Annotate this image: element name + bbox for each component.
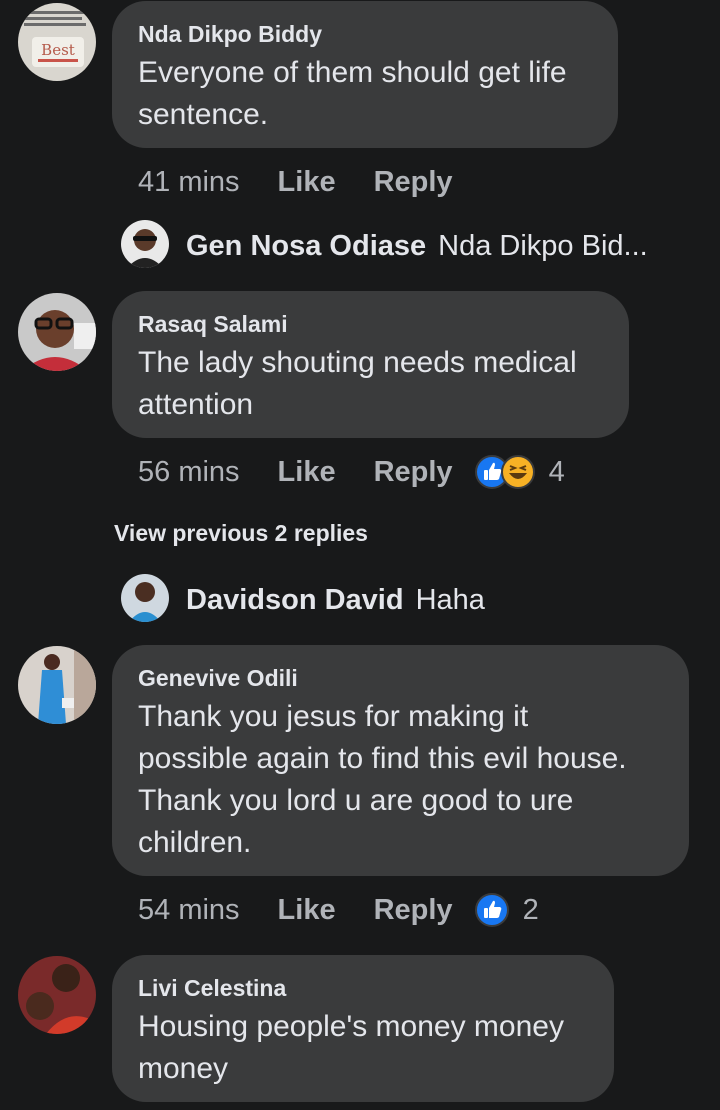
comment-author[interactable]: Nda Dikpo Biddy bbox=[138, 20, 592, 48]
comment-text-line: Everyone of them should get life bbox=[138, 56, 567, 89]
reply-button[interactable]: Reply bbox=[374, 894, 453, 927]
reply-author[interactable]: Davidson David bbox=[186, 584, 404, 617]
avatar-nda-dikpo-biddy[interactable]: Best bbox=[18, 3, 96, 81]
comment-actions: 41 mins Like Reply bbox=[138, 162, 491, 202]
reply-preview-text: Nda Dikpo Bid... bbox=[438, 229, 648, 262]
comment-author[interactable]: Genevive Odili bbox=[138, 664, 663, 692]
avatar-gen-nosa-odiase[interactable] bbox=[121, 220, 169, 268]
comment-actions: 54 mins Like Reply 2 bbox=[138, 890, 539, 930]
like-button[interactable]: Like bbox=[278, 894, 336, 927]
comment-text-line: possible again to find this evil house. bbox=[138, 742, 627, 775]
like-button[interactable]: Like bbox=[278, 166, 336, 199]
comment-author[interactable]: Livi Celestina bbox=[138, 974, 588, 1002]
comment-bubble[interactable]: Genevive Odili Thank you jesus for makin… bbox=[112, 645, 689, 876]
comment-time[interactable]: 54 mins bbox=[138, 894, 240, 927]
reply-summary[interactable]: Gen Nosa Odiase Nda Dikpo Bid... bbox=[186, 222, 648, 270]
comment-text-line: Thank you lord u are good to ure bbox=[138, 784, 574, 817]
reply-author[interactable]: Gen Nosa Odiase bbox=[186, 230, 426, 263]
reactions-summary[interactable]: 4 bbox=[474, 455, 565, 489]
comment-text-line: Housing people's money money bbox=[138, 1010, 564, 1043]
comment-text-line: attention bbox=[138, 388, 254, 421]
reply-preview-text: Haha bbox=[415, 583, 485, 616]
view-previous-replies-link[interactable]: View previous 2 replies bbox=[114, 518, 368, 548]
comment-text-line: children. bbox=[138, 826, 252, 859]
comment-bubble[interactable]: Nda Dikpo Biddy Everyone of them should … bbox=[112, 1, 618, 148]
reply-button[interactable]: Reply bbox=[374, 166, 453, 199]
avatar-best-text: Best bbox=[41, 41, 75, 59]
comment-actions: 56 mins Like Reply 4 bbox=[138, 452, 565, 492]
comment-bubble[interactable]: Rasaq Salami The lady shouting needs med… bbox=[112, 291, 629, 438]
comment-time[interactable]: 41 mins bbox=[138, 166, 240, 199]
avatar-davidson-david[interactable] bbox=[121, 574, 169, 622]
comment-author[interactable]: Rasaq Salami bbox=[138, 310, 603, 338]
comment-text-line: sentence. bbox=[138, 98, 269, 131]
comment-text-line: Thank you jesus for making it bbox=[138, 700, 529, 733]
reactions-summary[interactable]: 2 bbox=[474, 893, 539, 927]
comment-text-line: money bbox=[138, 1052, 229, 1085]
comment-text-line: The lady shouting needs medical bbox=[138, 346, 577, 379]
like-button[interactable]: Like bbox=[278, 456, 336, 489]
comment-bubble[interactable]: Livi Celestina Housing people's money mo… bbox=[112, 955, 614, 1102]
like-reaction-icon bbox=[474, 893, 509, 927]
comment-time[interactable]: 56 mins bbox=[138, 456, 240, 489]
reaction-count: 4 bbox=[548, 455, 565, 488]
reply-summary[interactable]: Davidson David Haha bbox=[186, 576, 485, 624]
reply-button[interactable]: Reply bbox=[374, 456, 453, 489]
haha-reaction-icon bbox=[500, 455, 535, 489]
avatar-genevive-odili[interactable] bbox=[18, 646, 96, 724]
reaction-count: 2 bbox=[522, 893, 539, 926]
avatar-rasaq-salami[interactable] bbox=[18, 293, 96, 371]
avatar-livi-celestina[interactable] bbox=[18, 956, 96, 1034]
